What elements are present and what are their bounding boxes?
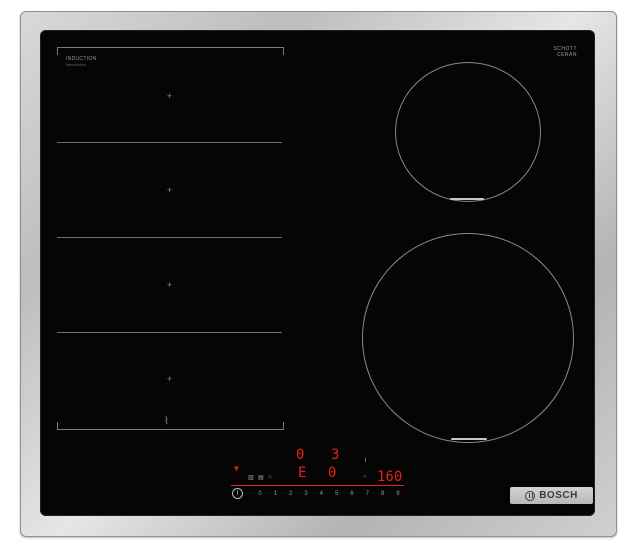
timer-icon[interactable]: ○ [363, 474, 367, 480]
flex-zone-divider-2 [57, 237, 282, 238]
zone-center-marker-3: + [166, 280, 173, 290]
flex-mode-icon[interactable]: ▤ [258, 474, 264, 481]
power-level-7[interactable]: 7 [361, 491, 373, 497]
schott-ceran-label: SCHOTT CERAN [553, 46, 577, 58]
power-level-8[interactable]: 8 [377, 491, 389, 497]
flex-zone-bottom-border [57, 422, 284, 430]
zone-mode-display: E [298, 465, 307, 481]
bosch-nameplate: BOSCH [510, 487, 593, 504]
power-level-1[interactable]: 1 [269, 491, 281, 497]
boost-icon[interactable]: ⌂ [268, 474, 272, 480]
zone-center-marker-2: + [166, 185, 173, 195]
zone-select-icon[interactable]: ▥ [248, 474, 254, 481]
power-level-9[interactable]: 9 [392, 491, 404, 497]
zone-marker-small [450, 198, 484, 200]
flex-induction-icon: ⌇ [164, 416, 169, 427]
flex-zone-divider-3 [57, 332, 282, 333]
power-level-5[interactable]: 5 [331, 491, 343, 497]
zone-center-marker-1: + [166, 91, 173, 101]
flex-induction-sublabel: flexInduction [66, 63, 86, 67]
timer-display: 160 [377, 469, 403, 485]
zone-power-display-a: 0 [296, 447, 305, 463]
brand-name: BOSCH [539, 490, 578, 501]
power-icon[interactable]: I [232, 488, 243, 499]
induction-label: INDUCTION [66, 56, 97, 62]
zone-marker-large [451, 438, 487, 440]
flex-zone-top-border [57, 47, 284, 55]
flex-zone-divider-1 [57, 142, 282, 143]
cooking-zone-large[interactable] [362, 233, 574, 443]
zone-power-display-b: 3 [331, 447, 340, 463]
power-level-4[interactable]: 4 [315, 491, 327, 497]
zone-center-marker-4: + [166, 374, 173, 384]
power-level-3[interactable]: 3 [300, 491, 312, 497]
bosch-logo-icon [525, 490, 536, 501]
power-level-0[interactable]: 0 [254, 491, 266, 497]
cooking-zone-small[interactable] [395, 62, 541, 202]
triangle-indicator-icon: ▼ [234, 464, 239, 473]
fry-sensor-icon[interactable]: ⌇ [364, 457, 367, 464]
power-level-6[interactable]: 6 [346, 491, 358, 497]
zone-power-display-c: 0 [328, 465, 337, 481]
control-panel-red-line [231, 485, 404, 486]
power-level-2[interactable]: 2 [285, 491, 297, 497]
power-slider[interactable]: 0 1 2 3 4 5 6 7 8 9 [254, 491, 404, 497]
